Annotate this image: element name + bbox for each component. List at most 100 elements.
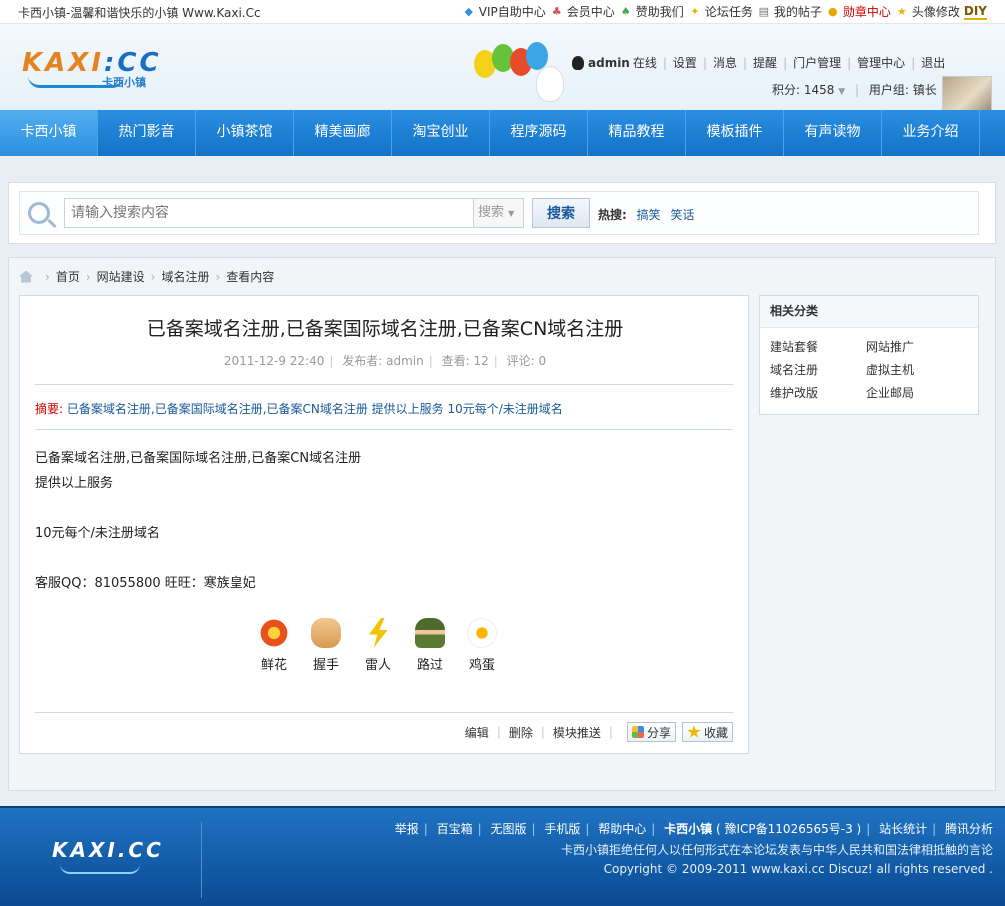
breadcrumb-current: 查看内容	[226, 270, 275, 284]
article-comments[interactable]: 评论: 0	[507, 354, 547, 368]
nav-item-templates[interactable]: 模板插件	[686, 110, 784, 156]
reaction-flower[interactable]: 鲜花	[256, 618, 292, 673]
nav-item-source[interactable]: 程序源码	[490, 110, 588, 156]
lightning-icon	[369, 618, 388, 648]
logo-subtitle: 卡西小镇	[102, 76, 146, 89]
credits-info: 积分: 1458 ▼ | 用户组: 镇长	[772, 83, 937, 97]
admin-center-link[interactable]: 管理中心	[857, 54, 905, 71]
nav-item-audiobooks[interactable]: 有声读物	[784, 110, 882, 156]
nav-item-tutorials[interactable]: 精品教程	[588, 110, 686, 156]
icp-link[interactable]: ( 豫ICP备11026565号-3 )	[716, 822, 861, 836]
online-status: 在线	[632, 56, 657, 70]
footer-logo: KAXI.CC	[52, 838, 164, 862]
stats-link[interactable]: 站长统计	[879, 822, 927, 836]
summary-label: 摘要:	[35, 402, 64, 416]
lightbulb-icon: ✦	[690, 4, 700, 18]
sprout-icon: ♠	[620, 4, 631, 18]
user-group: 用户组: 镇长	[868, 83, 937, 97]
edit-link[interactable]: 编辑	[465, 724, 489, 741]
analytics-link[interactable]: 腾讯分析	[945, 822, 993, 836]
top-strip: 卡西小镇-温馨和谐快乐的小镇 Www.Kaxi.Cc ◆ VIP自助中心 ♣ 会员中…	[0, 0, 1005, 24]
site-logo[interactable]: KAXI:CC 卡西小镇	[22, 44, 162, 94]
breadcrumb-website[interactable]: 网站建设	[97, 268, 145, 285]
settings-link[interactable]: 设置	[673, 54, 697, 71]
summary-text: 已备案域名注册,已备案国际域名注册,已备案CN域名注册 提供以上服务 10元每个…	[66, 402, 563, 416]
nav-item-taobao[interactable]: 淘宝创业	[392, 110, 490, 156]
portal-admin-link[interactable]: 门户管理	[793, 54, 841, 71]
help-link[interactable]: 帮助中心	[598, 822, 646, 836]
article-actions: 编辑 | 删除 | 模块推送 | 分享 收藏	[465, 722, 733, 742]
share-icon	[631, 726, 644, 738]
search-input[interactable]	[64, 198, 474, 228]
search-button[interactable]: 搜索	[532, 198, 590, 228]
hot-term[interactable]: 笑话	[670, 208, 694, 222]
main-nav: 卡西小镇 热门影音 小镇茶馆 精美画廊 淘宝创业 程序源码 精品教程 模板插件 …	[0, 110, 1005, 156]
avatar[interactable]	[942, 76, 992, 110]
messages-link[interactable]: 消息	[713, 54, 737, 71]
handshake-icon	[311, 618, 341, 648]
category-link[interactable]: 建站套餐	[770, 338, 866, 355]
star-icon: ★	[896, 4, 907, 18]
nav-item-gallery[interactable]: 精美画廊	[294, 110, 392, 156]
hot-searches: 热搜: 搞笑 笑话	[598, 206, 695, 223]
reminders-link[interactable]: 提醒	[753, 54, 777, 71]
category-link[interactable]: 企业邮局	[866, 384, 962, 401]
breadcrumb: › 首页 › 网站建设 › 域名注册 › 查看内容	[19, 268, 274, 285]
bunny-mascot	[536, 66, 564, 102]
site-slogan: 卡西小镇-温馨和谐快乐的小镇 Www.Kaxi.Cc	[18, 6, 261, 20]
text-version-link[interactable]: 无图版	[491, 822, 527, 836]
share-button[interactable]: 分享	[626, 722, 676, 742]
article-date: 2011-12-9 22:40	[223, 354, 325, 368]
nav-item-business[interactable]: 业务介绍	[882, 110, 980, 156]
my-posts-link[interactable]: ▤ 我的帖子	[757, 3, 822, 20]
diamond-icon: ◆	[464, 4, 474, 18]
category-link[interactable]: 维护改版	[770, 384, 866, 401]
report-link[interactable]: 举报	[395, 822, 419, 836]
sponsor-link[interactable]: ♠ 赞助我们	[619, 3, 684, 20]
category-link[interactable]: 虚拟主机	[866, 361, 962, 378]
category-link[interactable]: 域名注册	[770, 361, 866, 378]
body-line: 提供以上服务	[35, 476, 114, 491]
credits-dropdown[interactable]: 积分: 1458 ▼	[772, 83, 845, 97]
username-link[interactable]: admin	[588, 56, 630, 70]
breadcrumb-home[interactable]: 首页	[56, 268, 80, 285]
avatar-edit-link[interactable]: ★ 头像修改	[895, 3, 960, 20]
footer-site-name: 卡西小镇	[664, 822, 713, 836]
nav-item-media[interactable]: 热门影音	[98, 110, 196, 156]
reaction-passing[interactable]: 路过	[412, 618, 448, 673]
reaction-egg[interactable]: 鸡蛋	[464, 618, 500, 673]
logout-link[interactable]: 退出	[921, 54, 945, 71]
category-link[interactable]: 网站推广	[866, 338, 962, 355]
push-module-link[interactable]: 模块推送	[553, 724, 601, 741]
hot-term[interactable]: 搞笑	[637, 208, 661, 222]
medal-center-link[interactable]: ● 勋章中心	[826, 3, 891, 20]
article: 已备案域名注册,已备案国际域名注册,已备案CN域名注册 2011-12-9 22…	[19, 295, 749, 754]
member-center-link[interactable]: ♣ 会员中心	[550, 3, 615, 20]
home-icon[interactable]	[19, 270, 33, 283]
search-scope-select[interactable]: 搜索 ▼	[474, 198, 524, 228]
reaction-shocking[interactable]: 雷人	[360, 618, 396, 673]
document-icon: ▤	[758, 4, 770, 18]
body-line: 客服QQ：81055800 旺旺：寒族皇妃	[35, 576, 256, 591]
flower-icon	[259, 618, 289, 648]
logo-text: KAXI	[22, 48, 104, 78]
reaction-handshake[interactable]: 握手	[308, 618, 344, 673]
article-author: 发布者: admin	[342, 354, 424, 368]
header: KAXI:CC 卡西小镇 admin 在线 | 设置 | 消息 | 提醒 | 门…	[0, 24, 1005, 110]
related-categories: 相关分类 建站套餐 网站推广 域名注册 虚拟主机 维护改版 企业邮局	[759, 295, 979, 415]
forum-tasks-link[interactable]: ✦ 论坛任务	[688, 3, 753, 20]
toolbox-link[interactable]: 百宝箱	[437, 822, 473, 836]
diy-button[interactable]: DIY	[963, 3, 987, 20]
delete-link[interactable]: 删除	[509, 724, 533, 741]
reaction-bar: 鲜花 握手 雷人 路过 鸡蛋	[256, 618, 500, 673]
body-line: 10元每个/未注册域名	[35, 526, 160, 541]
breadcrumb-domain[interactable]: 域名注册	[161, 268, 209, 285]
nav-item-home[interactable]: 卡西小镇	[0, 110, 98, 156]
content-area: › 首页 › 网站建设 › 域名注册 › 查看内容 已备案域名注册,已备案国际域…	[8, 257, 996, 791]
mobile-link[interactable]: 手机版	[544, 822, 580, 836]
new-year-banner	[470, 40, 580, 110]
search-panel: 搜索 ▼ 搜索 热搜: 搞笑 笑话	[8, 182, 996, 244]
vip-center-link[interactable]: ◆ VIP自助中心	[462, 3, 546, 20]
nav-item-teahouse[interactable]: 小镇茶馆	[196, 110, 294, 156]
favorite-button[interactable]: 收藏	[681, 722, 733, 742]
